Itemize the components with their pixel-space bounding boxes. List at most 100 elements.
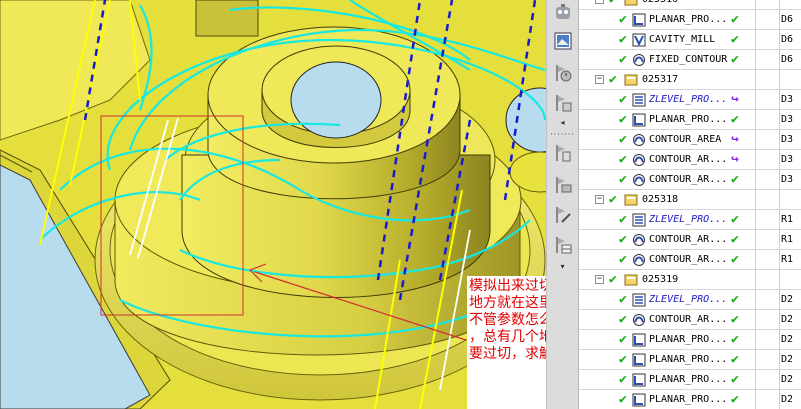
operation-name: CAVITY_MILL [649,34,716,45]
tool-name: D3 [781,154,794,165]
check-icon: ✔ [619,352,627,367]
tool-name: D6 [781,14,794,25]
operation-row[interactable]: ✔ ZLEVEL_PRO... ↪ D3 [579,90,801,110]
check-icon: ✔ [619,12,627,27]
scroll-down-icon[interactable]: ▾ [547,262,578,272]
program-name: 025319 [642,274,679,285]
flag-clock-icon[interactable] [552,62,574,84]
image-icon[interactable] [552,30,574,52]
tool-name: D6 [781,54,794,65]
graphics-viewport[interactable] [0,0,546,409]
operation-name: PLANAR_PRO... [649,374,728,385]
zlevel-operation-icon [632,93,646,107]
operation-row[interactable]: ✔ PLANAR_PRO... ✔ D2 [579,390,801,409]
check-icon: ✔ [619,332,627,347]
operation-row[interactable]: ✔ PLANAR_PRO... ✔ D3 [579,110,801,130]
operation-row[interactable]: ✔ FIXED_CONTOUR ✔ D6 [579,50,801,70]
dots-separator-icon: ······· [550,130,575,139]
complete-status-icon: ✔ [731,312,739,327]
contour-operation-icon [632,233,646,247]
check-icon: ✔ [619,92,627,107]
contour-operation-icon [632,53,646,67]
operation-row[interactable]: ✔ CONTOUR_AR... ✔ D2 [579,310,801,330]
scroll-left-icon[interactable]: ◂ [547,118,578,128]
collapse-toggle[interactable]: − [595,0,604,4]
program-group-row[interactable]: − ✔ 025318 [579,190,801,210]
planar-operation-icon [632,393,646,407]
complete-status-icon: ✔ [731,52,739,67]
planar-operation-icon [632,333,646,347]
tool-name: D2 [781,394,794,405]
operation-row[interactable]: ✔ PLANAR_PRO... ✔ D6 [579,10,801,30]
operation-name: CONTOUR_AREA [649,134,722,145]
collapse-toggle[interactable]: − [595,275,604,284]
operation-row[interactable]: ✔ CONTOUR_AR... ✔ D3 [579,170,801,190]
tool-name: D3 [781,174,794,185]
check-icon: ✔ [619,392,627,407]
robot-icon[interactable] [552,2,574,24]
zlevel-operation-icon [632,213,646,227]
operation-row[interactable]: ✔ CAVITY_MILL ✔ D6 [579,30,801,50]
complete-status-icon: ✔ [731,372,739,387]
operation-row[interactable]: ✔ CONTOUR_AREA ↪ D3 [579,130,801,150]
repost-status-icon: ↪ [731,152,739,167]
tool-name: R1 [781,214,794,225]
operation-row[interactable]: ✔ PLANAR_PRO... ✔ D2 [579,350,801,370]
operation-row[interactable]: ✔ PLANAR_PRO... ✔ D2 [579,370,801,390]
operation-row[interactable]: ✔ ZLEVEL_PRO... ✔ D2 [579,290,801,310]
check-icon: ✔ [619,372,627,387]
flag-stack-icon[interactable] [552,174,574,196]
check-icon: ✔ [619,252,627,267]
program-group-row[interactable]: − ✔ 025316 [579,0,801,10]
check-icon: ✔ [619,112,627,127]
complete-status-icon: ✔ [731,212,739,227]
part-model-view [0,0,546,409]
check-icon: ✔ [619,232,627,247]
tool-name: D2 [781,294,794,305]
operation-name: PLANAR_PRO... [649,114,728,125]
flag-edit-icon[interactable] [552,204,574,226]
collapse-toggle[interactable]: − [595,195,604,204]
program-group-row[interactable]: − ✔ 025317 [579,70,801,90]
planar-operation-icon [632,113,646,127]
operation-row[interactable]: ✔ CONTOUR_AR... ↪ D3 [579,150,801,170]
complete-status-icon: ✔ [731,332,739,347]
planar-operation-icon [632,373,646,387]
flag-table-icon[interactable] [552,234,574,256]
check-icon: ✔ [609,272,617,287]
complete-status-icon: ✔ [731,352,739,367]
operation-name: FIXED_CONTOUR [649,54,728,65]
operation-row[interactable]: ✔ PLANAR_PRO... ✔ D2 [579,330,801,350]
check-icon: ✔ [619,132,627,147]
flag-list-icon[interactable] [552,92,574,114]
program-folder-icon [624,273,638,287]
operation-name: PLANAR_PRO... [649,334,728,345]
check-icon: ✔ [619,212,627,227]
operation-name: PLANAR_PRO... [649,14,728,25]
operation-name: ZLEVEL_PRO... [649,214,728,225]
zlevel-operation-icon [632,293,646,307]
program-name: 025316 [642,0,678,7]
program-name: 025317 [642,74,679,85]
program-folder-icon [624,193,638,207]
check-icon: ✔ [619,172,627,187]
check-icon: ✔ [619,312,627,327]
operation-name: PLANAR_PRO... [649,354,728,365]
complete-status-icon: ✔ [731,32,739,47]
collapse-toggle[interactable]: − [595,75,604,84]
tool-name: D2 [781,314,794,325]
operation-row[interactable]: ✔ CONTOUR_AR... ✔ R1 [579,230,801,250]
tool-name: R1 [781,234,794,245]
program-group-row[interactable]: − ✔ 025319 [579,270,801,290]
operation-navigator: −✔025316✔PLANAR_PRO...✔D6✔CAVITY_MILL✔D6… [579,0,801,409]
operation-row[interactable]: ✔ CONTOUR_AR... ✔ R1 [579,250,801,270]
tool-name: D2 [781,354,794,365]
planar-operation-icon [632,353,646,367]
operation-name: CONTOUR_AR... [649,314,728,325]
operation-name: ZLEVEL_PRO... [649,94,728,105]
resource-bar: ◂ ······· ▾ [546,0,579,409]
check-icon: ✔ [619,52,627,67]
operation-row[interactable]: ✔ ZLEVEL_PRO... ✔ R1 [579,210,801,230]
contour-operation-icon [632,133,646,147]
flag-doc-icon[interactable] [552,142,574,164]
